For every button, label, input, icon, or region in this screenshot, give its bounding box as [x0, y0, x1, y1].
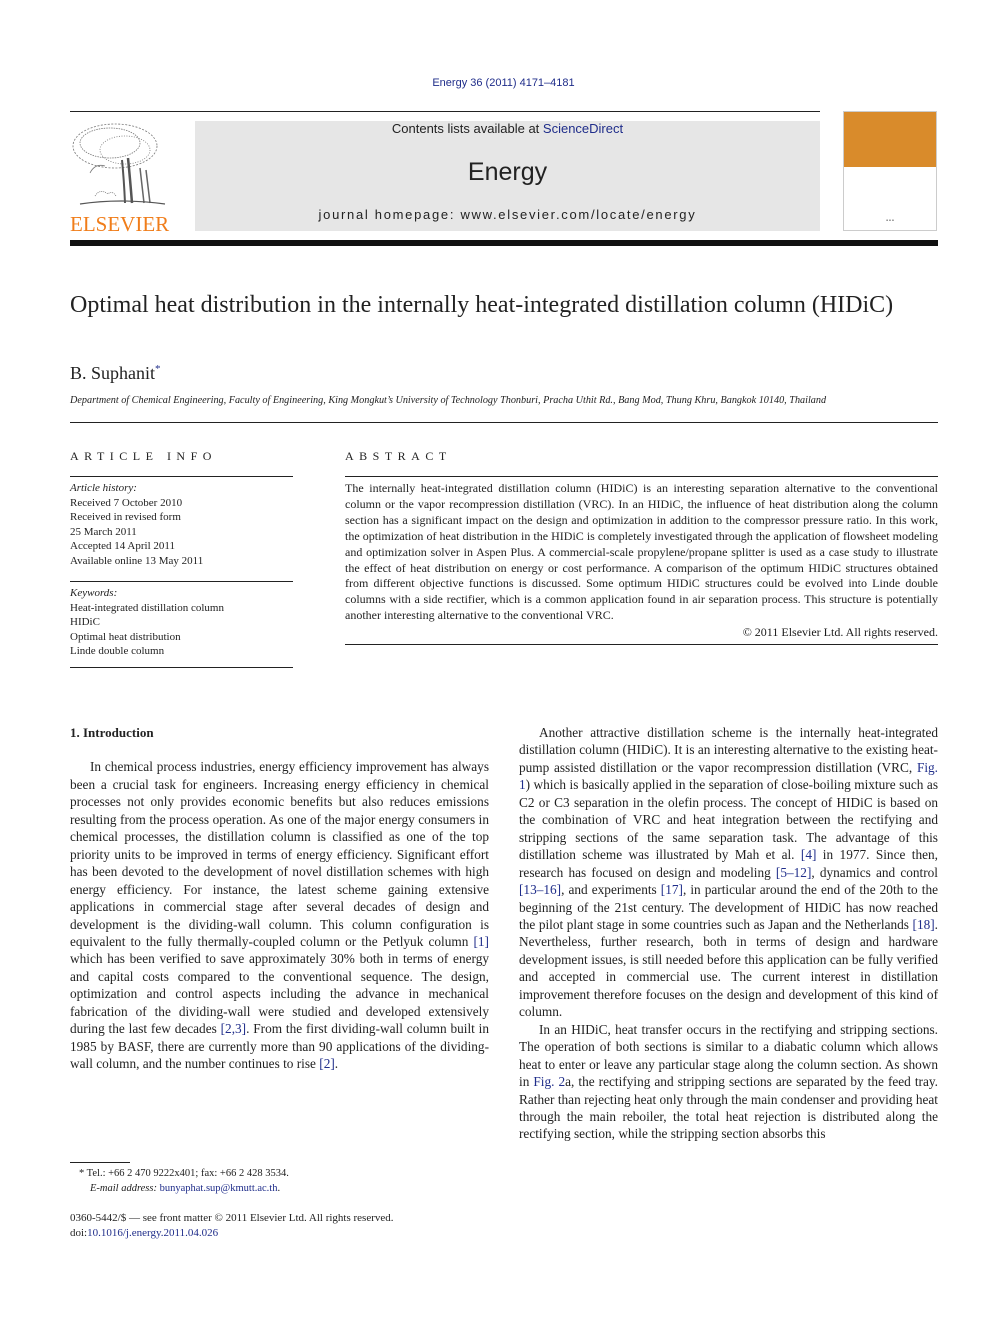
- article-info-heading: ARTICLE INFO: [70, 449, 217, 463]
- abstract-end-rule: [345, 644, 938, 646]
- title-rule: [70, 422, 938, 423]
- keyword-item: Linde double column: [70, 645, 165, 657]
- doi-link[interactable]: 10.1016/j.energy.2011.04.026: [87, 1227, 218, 1239]
- footnote-contact: * Tel.: +66 2 470 9222x401; fax: +66 2 4…: [70, 1166, 489, 1181]
- author-line: B. Suphanit*: [70, 363, 161, 384]
- citation-link[interactable]: [4]: [801, 847, 817, 862]
- footnote-email: E-mail address: bunyaphat.sup@kmutt.ac.t…: [70, 1181, 489, 1196]
- citation-link[interactable]: [18]: [913, 917, 935, 932]
- paragraph-text: In chemical process industries, energy e…: [70, 759, 489, 949]
- history-item: 25 March 2011: [70, 525, 137, 538]
- history-label: Article history:: [70, 482, 137, 494]
- history-item: Received 7 October 2010: [70, 496, 183, 509]
- journal-citation[interactable]: Energy 36 (2011) 4171–4181: [0, 77, 992, 89]
- paragraph-text: Another attractive distillation scheme i…: [519, 725, 938, 775]
- email-link[interactable]: bunyaphat.sup@kmutt.ac.th: [160, 1183, 278, 1194]
- citation-link[interactable]: [1]: [473, 934, 489, 949]
- abstract-heading: ABSTRACT: [345, 449, 452, 463]
- homepage-prefix: journal homepage:: [318, 207, 461, 222]
- history-item: Accepted 14 April 2011: [70, 540, 175, 552]
- bottom-metadata: 0360-5442/$ — see front matter © 2011 El…: [70, 1211, 394, 1241]
- keywords: Keywords: Heat-integrated distillation c…: [70, 586, 293, 659]
- article-info: ARTICLE INFO Article history: Received 7…: [70, 449, 293, 668]
- keyword-item: Optimal heat distribution: [70, 630, 181, 643]
- figure-link[interactable]: Fig. 2: [533, 1074, 565, 1089]
- paragraph-text: , and experiments: [561, 882, 661, 898]
- citation-link[interactable]: [2,3]: [221, 1021, 246, 1036]
- paragraph-text: a, the rectifying and stripping sections…: [519, 1074, 938, 1142]
- body-column-right: Another attractive distillation scheme i…: [519, 724, 938, 1143]
- keywords-label: Keywords:: [70, 587, 118, 599]
- homepage-url[interactable]: www.elsevier.com/locate/energy: [460, 207, 696, 222]
- sciencedirect-link[interactable]: ScienceDirect: [543, 121, 623, 136]
- cover-sciencedirect-mark: •••: [885, 218, 895, 224]
- citation-link[interactable]: [17]: [661, 882, 683, 897]
- journal-cover-thumbnail[interactable]: ENERGY •••: [843, 111, 937, 231]
- paragraph: Another attractive distillation scheme i…: [519, 724, 938, 1021]
- elsevier-wordmark: ELSEVIER: [70, 212, 170, 236]
- article-title: Optimal heat distribution in the interna…: [70, 292, 894, 318]
- email-label: E-mail address:: [90, 1183, 160, 1194]
- paragraph-text: .: [334, 1056, 339, 1072]
- body-column-left: 1. Introduction In chemical process indu…: [70, 724, 489, 1073]
- citation-link[interactable]: [13–16]: [519, 882, 561, 897]
- contents-line: Contents lists available at ScienceDirec…: [195, 121, 820, 137]
- keyword-item: HIDiC: [70, 616, 100, 628]
- elsevier-logo: ELSEVIER: [70, 118, 172, 236]
- keywords-rule: [70, 581, 293, 582]
- cover-top: ENERGY: [844, 112, 936, 167]
- abstract-copyright: © 2011 Elsevier Ltd. All rights reserved…: [742, 625, 938, 640]
- contents-prefix: Contents lists available at: [391, 121, 543, 136]
- article-info-end-rule: [70, 666, 293, 668]
- header-rule: [70, 111, 820, 112]
- doi-label: doi:: [70, 1227, 88, 1239]
- email-end: .: [277, 1183, 281, 1194]
- section-heading-introduction: 1. Introduction: [70, 725, 154, 740]
- citation-link[interactable]: [5–12]: [776, 865, 811, 880]
- header-thick-rule: [70, 240, 938, 246]
- cover-title: ENERGY: [850, 134, 992, 164]
- article-info-rule: [70, 476, 293, 477]
- paragraph-text: , dynamics and control: [811, 864, 938, 880]
- history-item: Received in revised form: [70, 511, 181, 523]
- article-history: Article history: Received 7 October 2010…: [70, 481, 293, 568]
- footnote-rule: [70, 1162, 130, 1163]
- footnote-contact-text: Tel.: +66 2 470 9222x401; fax: +66 2 428…: [84, 1168, 289, 1179]
- doi-line: doi:10.1016/j.energy.2011.04.026: [70, 1226, 394, 1241]
- footnote: * Tel.: +66 2 470 9222x401; fax: +66 2 4…: [70, 1162, 489, 1196]
- corresponding-author-marker[interactable]: *: [155, 363, 161, 375]
- journal-banner: Contents lists available at ScienceDirec…: [195, 121, 820, 231]
- history-item: Available online 13 May 2011: [70, 554, 204, 567]
- elsevier-tree-icon: [72, 123, 166, 205]
- issn-line: 0360-5442/$ — see front matter © 2011 El…: [70, 1212, 394, 1224]
- journal-citation-link[interactable]: Energy 36 (2011) 4171–4181: [432, 77, 574, 89]
- journal-name: Energy: [467, 158, 548, 186]
- abstract-rule: [345, 476, 938, 477]
- abstract-text: The internally heat-integrated distillat…: [345, 481, 938, 623]
- author-name[interactable]: B. Suphanit: [70, 363, 155, 383]
- author-affiliation: Department of Chemical Engineering, Facu…: [70, 395, 827, 406]
- citation-link[interactable]: [2]: [319, 1056, 335, 1071]
- paragraph: In chemical process industries, energy e…: [70, 758, 489, 1072]
- keyword-item: Heat-integrated distillation column: [70, 601, 224, 614]
- paragraph-text: . Nevertheless, further research, both i…: [519, 916, 938, 1020]
- abstract: ABSTRACT The internally heat-integrated …: [345, 449, 938, 646]
- paragraph: In an HIDiC, heat transfer occurs in the…: [519, 1021, 938, 1143]
- journal-homepage: journal homepage: www.elsevier.com/locat…: [195, 207, 820, 222]
